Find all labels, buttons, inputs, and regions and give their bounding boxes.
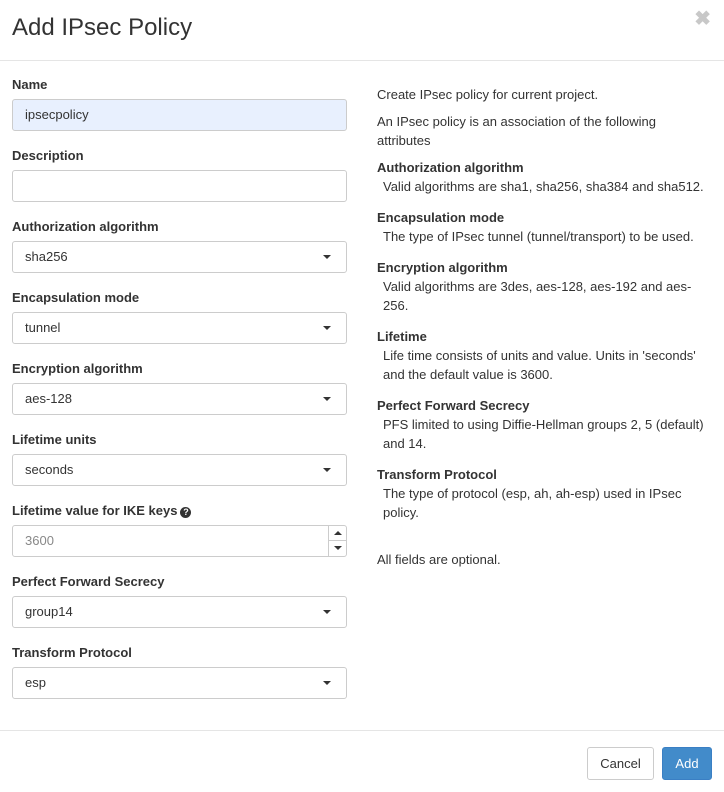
close-icon[interactable]: ✖: [694, 8, 711, 30]
encapsulation-mode-label: Encapsulation mode: [12, 290, 140, 305]
modal-title: Add IPsec Policy: [12, 14, 193, 41]
chevron-down-icon: [323, 681, 331, 685]
encapsulation-mode-select[interactable]: tunnel: [12, 312, 347, 344]
cancel-button[interactable]: Cancel: [587, 747, 654, 780]
encryption-algorithm-label: Encryption algorithm: [12, 361, 143, 376]
description-input[interactable]: [12, 170, 347, 202]
field-pfs: Perfect Forward Secrecy group14: [12, 572, 347, 643]
number-spinner: [328, 526, 346, 556]
auth-algorithm-label: Authorization algorithm: [12, 219, 159, 234]
lifetime-value-label: Lifetime value for IKE keys?: [12, 503, 192, 519]
field-transform-protocol: Transform Protocol esp: [12, 643, 347, 714]
description-label: Description: [12, 148, 84, 163]
help-heading: Encapsulation mode: [377, 210, 505, 225]
lifetime-units-select[interactable]: seconds: [12, 454, 347, 486]
transform-protocol-value: esp: [25, 675, 46, 690]
chevron-down-icon: [323, 468, 331, 472]
chevron-down-icon: [323, 610, 331, 614]
lifetime-units-label: Lifetime units: [12, 432, 97, 447]
pfs-select[interactable]: group14: [12, 596, 347, 628]
form-fields: Name ipsecpolicy Description Authorizati…: [12, 75, 347, 714]
transform-protocol-select[interactable]: esp: [12, 667, 347, 699]
chevron-down-icon: [323, 397, 331, 401]
spinner-down-icon[interactable]: [329, 541, 346, 556]
chevron-down-icon: [323, 326, 331, 330]
help-text: The type of protocol (esp, ah, ah-esp) u…: [383, 486, 682, 520]
spinner-up-icon[interactable]: [329, 526, 346, 541]
help-text: The type of IPsec tunnel (tunnel/transpo…: [383, 229, 694, 244]
help-text: Valid algorithms are 3des, aes-128, aes-…: [383, 279, 692, 313]
field-encapsulation-mode: Encapsulation mode tunnel: [12, 288, 347, 359]
transform-protocol-label: Transform Protocol: [12, 645, 132, 660]
lifetime-units-value: seconds: [25, 462, 74, 477]
help-heading: Perfect Forward Secrecy: [377, 398, 530, 413]
field-encryption-algorithm: Encryption algorithm aes-128: [12, 359, 347, 430]
question-circle-icon[interactable]: ?: [180, 507, 192, 518]
name-input[interactable]: ipsecpolicy: [12, 99, 347, 131]
field-auth-algorithm: Authorization algorithm sha256: [12, 217, 347, 288]
field-description: Description: [12, 146, 347, 217]
help-text: PFS limited to using Diffie-Hellman grou…: [383, 417, 704, 451]
modal-footer: Cancel Add: [0, 730, 724, 792]
lifetime-value-input[interactable]: 3600: [12, 525, 347, 557]
lifetime-value-label-text: Lifetime value for IKE keys: [12, 503, 178, 518]
help-text: Life time consists of units and value. U…: [383, 348, 696, 382]
auth-algorithm-select[interactable]: sha256: [12, 241, 347, 273]
help-footer-note: All fields are optional.: [377, 552, 501, 567]
pfs-value: group14: [25, 604, 73, 619]
help-intro2: An IPsec policy is an association of the…: [377, 114, 656, 148]
pfs-label: Perfect Forward Secrecy: [12, 574, 165, 589]
help-heading: Lifetime: [377, 329, 427, 344]
modal-header: Add IPsec Policy ✖: [0, 0, 724, 61]
chevron-down-icon: [323, 255, 331, 259]
encryption-algorithm-value: aes-128: [25, 391, 72, 406]
help-intro: Create IPsec policy for current project.: [377, 87, 599, 102]
help-heading: Transform Protocol: [377, 467, 497, 482]
help-heading: Encryption algorithm: [377, 260, 508, 275]
help-heading: Authorization algorithm: [377, 160, 524, 175]
lifetime-value-placeholder: 3600: [25, 533, 54, 548]
name-label: Name: [12, 77, 48, 92]
field-lifetime-units: Lifetime units seconds: [12, 430, 347, 501]
add-button[interactable]: Add: [662, 747, 712, 780]
auth-algorithm-value: sha256: [25, 249, 68, 264]
field-name: Name ipsecpolicy: [12, 75, 347, 146]
encapsulation-mode-value: tunnel: [25, 320, 61, 335]
encryption-algorithm-select[interactable]: aes-128: [12, 383, 347, 415]
field-lifetime-value: Lifetime value for IKE keys? 3600: [12, 501, 347, 572]
help-text: Valid algorithms are sha1, sha256, sha38…: [383, 179, 704, 194]
help-panel: Create IPsec policy for current project.…: [377, 85, 712, 577]
